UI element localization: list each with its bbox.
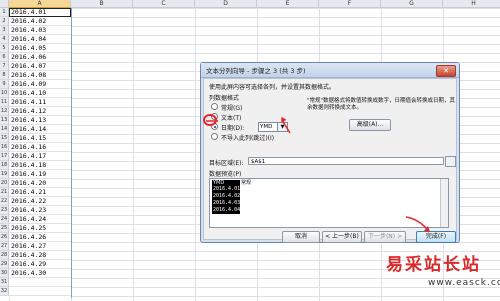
watermark-url: www.easck.com — [428, 278, 500, 288]
watermark-logo-text: 易采站长站 — [386, 255, 481, 275]
watermark: 易采站长站 www.easck.com — [376, 250, 500, 301]
